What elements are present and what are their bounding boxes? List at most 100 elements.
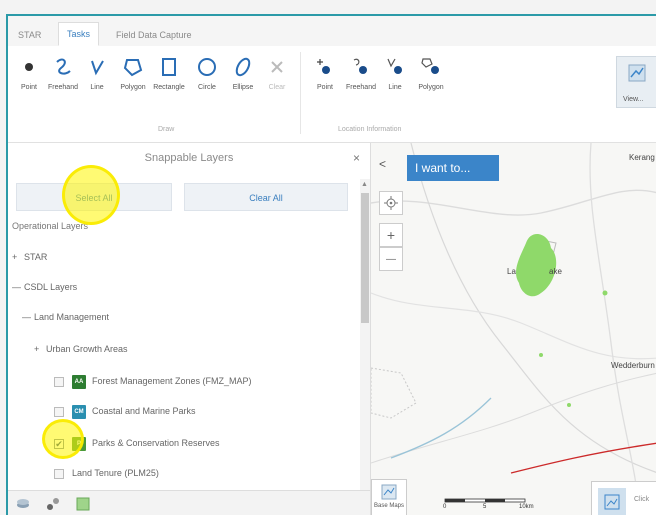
location-line-icon [378,52,412,82]
scale-label: 0 [443,504,447,510]
location-freehand-icon [344,52,378,82]
locate-icon[interactable] [379,191,403,215]
tab-star[interactable]: STAR [10,24,49,46]
layer-checkbox[interactable] [54,406,64,417]
map-view[interactable]: < I want to... + — La ake Wedderburn Ker… [371,143,656,515]
map-legend-icon[interactable] [74,495,92,513]
panel-collapse-chevron[interactable]: < [379,157,386,171]
layer-label: Forest Management Zones (FMZ_MAP) [92,376,252,386]
yellow-highlight-annotation [42,419,84,459]
draw-ellipse-button[interactable]: Ellipse [226,52,260,91]
location-point-icon [308,52,342,82]
tree-node-csdl-layers[interactable]: — CSDL Layers [12,277,77,297]
panel-close-button[interactable]: × [353,143,360,173]
scale-label: 5 [483,504,487,510]
draw-point-label: Point [21,84,37,91]
tree-node-star[interactable]: + STAR [12,247,47,267]
draw-circle-button[interactable]: Circle [190,52,224,91]
layers-icon[interactable] [14,495,32,513]
base-maps-button[interactable]: Base Maps [371,479,407,515]
tree-node-label: Urban Growth Areas [46,344,128,354]
location-line-button[interactable]: Line [378,52,412,91]
draw-clear-label: Clear [268,84,286,91]
ribbon-toolbar: Point Freehand Line Polygon Rectangle Ci… [8,46,656,143]
layer-checkbox[interactable] [54,468,64,479]
view-button[interactable]: View... [616,56,656,108]
clear-icon [260,52,294,82]
location-polygon-icon [414,52,448,82]
click-tool-panel[interactable]: Click [591,481,656,515]
tree-node-label: CSDL Layers [24,282,78,292]
draw-ellipse-label: Ellipse [232,84,254,91]
point-icon [12,52,46,82]
app-frame: STAR Tasks Field Data Capture Point Free… [6,14,656,515]
draw-circle-label: Circle [198,84,216,91]
scale-bar: 0 5 10km [419,495,549,515]
layer-label: Land Tenure (PLM25) [72,468,159,478]
panel-scrollbar[interactable]: ▲ ▼ [360,179,370,513]
layer-row-coastal-marine-parks[interactable]: CM Coastal and Marine Parks [54,401,196,421]
panel-title: Snappable Layers [144,152,234,164]
layer-row-land-tenure[interactable]: Land Tenure (PLM25) [54,463,159,483]
yellow-highlight-annotation [62,165,120,225]
snappable-layers-panel: Snappable Layers × Select All Clear All … [8,143,371,515]
snapping-icon[interactable] [44,495,62,513]
draw-group-label: Draw [158,126,175,133]
location-polygon-button[interactable]: Polygon [414,52,448,91]
ellipse-icon [226,52,260,82]
line-icon [80,52,114,82]
layer-row-forest-management[interactable]: AA Forest Management Zones (FMZ_MAP) [54,371,252,391]
tab-tasks[interactable]: Tasks [58,22,100,46]
map-place-label: Kerang [629,153,655,162]
map-view-icon [627,63,647,86]
location-point-label: Point [317,84,333,91]
draw-point-button[interactable]: Point [12,52,46,91]
zoom-in-button[interactable]: + [379,223,403,247]
draw-line-label: Line [90,84,104,91]
expand-toggle[interactable]: + [34,339,46,359]
tab-field-data-capture[interactable]: Field Data Capture [108,24,200,46]
freehand-icon [46,52,80,82]
draw-line-button[interactable]: Line [80,52,114,91]
map-tool-icon [598,488,626,515]
draw-rectangle-button[interactable]: Rectangle [152,52,186,91]
expand-toggle[interactable]: + [12,247,24,267]
tree-node-land-management[interactable]: — Land Management [22,307,109,327]
rectangle-icon [152,52,186,82]
scrollbar-thumb[interactable] [361,193,369,323]
location-freehand-label: Freehand [346,84,376,91]
layer-label: Coastal and Marine Parks [92,406,196,416]
collapse-toggle[interactable]: — [22,307,34,327]
draw-freehand-label: Freehand [48,84,78,91]
draw-clear-button[interactable]: Clear [260,52,294,91]
map-canvas [371,143,656,515]
tree-node-label: Land Management [34,312,110,322]
layer-icon: AA [72,374,86,389]
layer-checkbox[interactable] [54,376,64,387]
click-tool-label: Click [634,496,650,503]
location-line-label: Line [388,84,402,91]
tree-node-label: STAR [24,252,48,262]
location-freehand-button[interactable]: Freehand [344,52,378,91]
base-maps-icon [372,484,406,503]
map-place-label: ake [549,267,562,276]
location-polygon-label: Polygon [418,84,444,91]
zoom-out-button[interactable]: — [379,247,403,271]
draw-polygon-button[interactable]: Polygon [116,52,150,91]
draw-freehand-button[interactable]: Freehand [46,52,80,91]
polygon-icon [116,52,150,82]
tree-node-urban-growth-areas[interactable]: + Urban Growth Areas [34,339,128,359]
location-point-button[interactable]: Point [308,52,342,91]
panel-bottom-bar [8,490,370,515]
layer-icon: CM [72,404,86,419]
i-want-to-button[interactable]: I want to... [407,155,499,181]
clear-all-button[interactable]: Clear All [184,183,348,211]
ribbon-divider [300,52,301,134]
location-group-label: Location Information [338,126,402,133]
collapse-toggle[interactable]: — [12,277,24,297]
operational-layers-label: Operational Layers [12,221,89,231]
draw-polygon-label: Polygon [120,84,146,91]
map-place-label: Wedderburn [611,361,655,370]
base-maps-label: Base Maps [373,503,404,509]
scroll-up-icon[interactable]: ▲ [361,181,368,188]
